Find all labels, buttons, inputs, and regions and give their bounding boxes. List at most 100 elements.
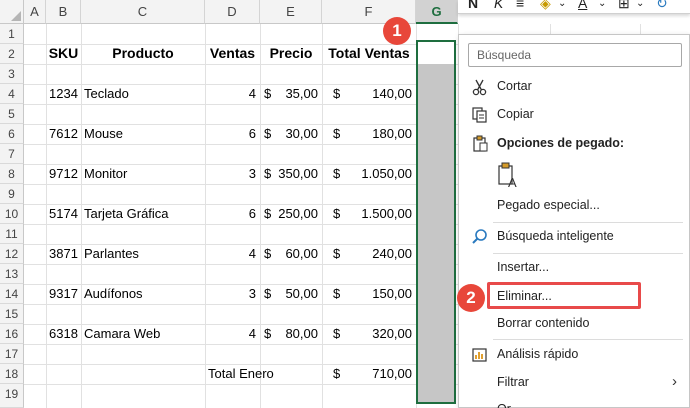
menu-item-insert[interactable]: Insertar... <box>459 255 690 281</box>
column-header-d[interactable]: D <box>205 0 260 24</box>
cell-producto[interactable]: Mouse <box>81 124 205 144</box>
cell-total[interactable]: 1.500,00 <box>340 204 416 224</box>
row-header[interactable]: 4 <box>0 84 24 104</box>
fill-color-icon[interactable]: ◈ <box>540 0 551 12</box>
row-header[interactable]: 18 <box>0 364 24 384</box>
row-header[interactable]: 10 <box>0 204 24 224</box>
row-header[interactable]: 19 <box>0 384 24 408</box>
cell-precio[interactable]: 30,00 <box>272 124 322 144</box>
cell-producto[interactable]: Audífonos <box>81 284 205 304</box>
paste-option-button[interactable]: A <box>495 159 525 191</box>
menu-item-smart-lookup[interactable]: Búsqueda inteligente <box>459 224 690 250</box>
row-header[interactable]: 16 <box>0 324 24 344</box>
menu-item-label: Análisis rápido <box>497 347 579 361</box>
column-header-a[interactable]: A <box>24 0 46 24</box>
header-ventas[interactable]: Ventas <box>205 43 260 63</box>
row-header[interactable]: 15 <box>0 304 24 324</box>
cell-total[interactable]: 140,00 <box>340 84 416 104</box>
menu-item-clear-contents[interactable]: Borrar contenido <box>459 311 690 337</box>
menu-search-input[interactable] <box>468 43 682 67</box>
cell-ventas[interactable]: 4 <box>205 84 260 104</box>
chevron-down-icon[interactable]: ⌄ <box>636 0 644 9</box>
menu-item-copy[interactable]: Copiar <box>459 102 690 128</box>
callout-badge-1: 1 <box>383 17 411 45</box>
column-header-c[interactable]: C <box>81 0 205 24</box>
italic-button[interactable]: K <box>494 0 503 11</box>
header-sku[interactable]: SKU <box>46 43 81 63</box>
cell-total[interactable]: 150,00 <box>340 284 416 304</box>
column-header-g[interactable]: G <box>416 0 458 24</box>
cell-sku[interactable]: 9317 <box>46 284 81 304</box>
cell-precio[interactable]: 35,00 <box>272 84 322 104</box>
cell-sku[interactable]: 9712 <box>46 164 81 184</box>
row-header[interactable]: 8 <box>0 164 24 184</box>
copy-icon <box>471 106 489 124</box>
cell-total[interactable]: 320,00 <box>340 324 416 344</box>
cell-precio[interactable]: 350,00 <box>272 164 322 184</box>
cell-precio[interactable]: 80,00 <box>272 324 322 344</box>
cell-sku[interactable]: 3871 <box>46 244 81 264</box>
header-producto[interactable]: Producto <box>81 43 205 63</box>
cell-producto[interactable]: Tarjeta Gráfica <box>81 204 205 224</box>
menu-item-filter[interactable]: Filtrar › <box>459 370 690 396</box>
menu-item-paste-special[interactable]: Pegado especial... <box>459 193 690 219</box>
row-header[interactable]: 2 <box>0 44 24 64</box>
menu-item-label: Pegado especial... <box>497 198 600 212</box>
cell-sku[interactable]: 7612 <box>46 124 81 144</box>
cell-producto[interactable]: Camara Web <box>81 324 205 344</box>
cell-sku[interactable]: 1234 <box>46 84 81 104</box>
cell-total[interactable]: 240,00 <box>340 244 416 264</box>
cell-total[interactable]: 1.050,00 <box>340 164 416 184</box>
row-header[interactable]: 7 <box>0 144 24 164</box>
cell-producto[interactable]: Parlantes <box>81 244 205 264</box>
row-header[interactable]: 1 <box>0 24 24 44</box>
total-label[interactable]: Total Enero <box>205 364 322 384</box>
row-header[interactable]: 17 <box>0 344 24 364</box>
borders-icon[interactable]: ⊞ <box>618 0 630 12</box>
search-icon <box>471 228 489 246</box>
bold-button[interactable]: N <box>468 0 478 11</box>
row-header[interactable]: 13 <box>0 264 24 284</box>
cell-ventas[interactable]: 4 <box>205 324 260 344</box>
row-header[interactable]: 14 <box>0 284 24 304</box>
chevron-down-icon[interactable]: ⌄ <box>558 0 566 9</box>
header-precio[interactable]: Precio <box>260 43 322 63</box>
cell-total[interactable]: 180,00 <box>340 124 416 144</box>
menu-item-label: Copiar <box>497 107 534 121</box>
row-header[interactable]: 9 <box>0 184 24 204</box>
row-header[interactable]: 11 <box>0 224 24 244</box>
row-header[interactable]: 3 <box>0 64 24 84</box>
cell-sku[interactable]: 5174 <box>46 204 81 224</box>
cell-ventas[interactable]: 6 <box>205 204 260 224</box>
cell-sku[interactable]: 6318 <box>46 324 81 344</box>
menu-item-sort[interactable]: Or <box>459 397 690 408</box>
select-all-corner[interactable] <box>0 0 24 24</box>
selected-column-g[interactable] <box>416 40 456 404</box>
cell-ventas[interactable]: 3 <box>205 164 260 184</box>
row-header[interactable]: 12 <box>0 244 24 264</box>
align-center-icon[interactable]: ≡ <box>516 0 524 11</box>
format-painter-icon[interactable]: ↻ <box>656 0 668 12</box>
column-header-b[interactable]: B <box>46 0 81 24</box>
chevron-down-icon[interactable]: ⌄ <box>598 0 606 9</box>
menu-item-label: Insertar... <box>497 260 550 274</box>
menu-item-cut[interactable]: Cortar <box>459 74 690 100</box>
cell-ventas[interactable]: 3 <box>205 284 260 304</box>
cell-producto[interactable]: Teclado <box>81 84 205 104</box>
row-header[interactable]: 6 <box>0 124 24 144</box>
cell-precio[interactable]: 50,00 <box>272 284 322 304</box>
cell-producto[interactable]: Monitor <box>81 164 205 184</box>
row-header[interactable]: 5 <box>0 104 24 124</box>
cell-ventas[interactable]: 6 <box>205 124 260 144</box>
font-color-icon[interactable]: A <box>578 0 587 11</box>
total-value[interactable]: 710,00 <box>340 364 416 384</box>
scissors-icon <box>471 78 489 96</box>
cell-precio[interactable]: 250,00 <box>272 204 322 224</box>
cell-precio[interactable]: 60,00 <box>272 244 322 264</box>
cell-ventas[interactable]: 4 <box>205 244 260 264</box>
menu-item-quick-analysis[interactable]: Análisis rápido <box>459 342 690 368</box>
active-cell-g2[interactable] <box>416 40 456 64</box>
column-header-e[interactable]: E <box>260 0 322 24</box>
callout-badge-2: 2 <box>457 284 485 312</box>
header-total-ventas[interactable]: Total Ventas <box>322 43 416 63</box>
